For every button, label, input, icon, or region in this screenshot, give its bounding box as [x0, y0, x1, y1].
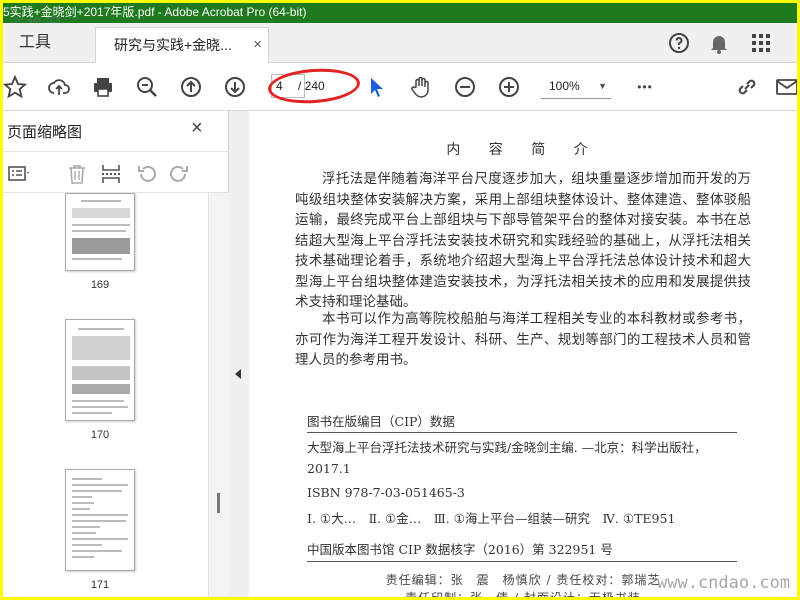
title-bar: 5实践+金晓剑+2017年版.pdf - Adobe Acrobat Pro (…: [3, 3, 797, 23]
print-icon[interactable]: [89, 73, 117, 101]
upload-cloud-icon[interactable]: [45, 73, 73, 101]
select-cursor-icon[interactable]: [363, 73, 391, 101]
thumbnail-label: 171: [90, 579, 110, 591]
tab-tools[interactable]: 工具: [3, 23, 85, 63]
tab-bar: 工具 研究与实践+金晓... ×: [3, 23, 797, 63]
rotate-right-icon[interactable]: [165, 160, 193, 188]
page-thumbnail-170[interactable]: [65, 319, 135, 421]
more-tools-icon[interactable]: •••: [631, 73, 659, 101]
document-viewer: 内 容 简 介 浮托法是伴随着海洋平台尺度逐步加大，组块重量逐步增加而开发的万吨…: [249, 111, 797, 597]
zoom-in-icon[interactable]: [495, 73, 523, 101]
chevron-down-icon: ▼: [598, 81, 607, 91]
cip-line: 2017.1: [307, 461, 351, 476]
scrollbar-thumb[interactable]: [217, 493, 220, 513]
site-watermark: www.cndao.com: [657, 573, 791, 593]
help-icon[interactable]: [667, 31, 691, 55]
tab-document[interactable]: 研究与实践+金晓... ×: [95, 27, 269, 63]
apps-grid-icon[interactable]: [749, 31, 773, 55]
body-paragraph: 本书可以作为高等院校船舶与海洋工程相关专业的本科教材或参考书，亦可作为海洋工程开…: [295, 311, 751, 368]
panel-collapse-strip[interactable]: [229, 111, 249, 597]
thumbnail-label: 170: [90, 429, 110, 441]
annotation-highlight-oval: [266, 65, 362, 107]
bookmark-star-icon[interactable]: [3, 73, 29, 101]
options-menu-icon[interactable]: [5, 160, 33, 188]
rotate-left-icon[interactable]: [133, 160, 161, 188]
page-heading: 内 容 简 介: [446, 142, 600, 158]
share-link-icon[interactable]: [733, 73, 761, 101]
delete-page-icon[interactable]: [63, 160, 91, 188]
close-tab-icon[interactable]: ×: [253, 28, 262, 62]
window-title: 5实践+金晓剑+2017年版.pdf - Adobe Acrobat Pro (…: [3, 5, 307, 19]
cip-line: 中国版本图书馆 CIP 数据核字（2016）第 322951 号: [307, 539, 737, 562]
thumbnail-list: 169 170 171: [3, 193, 208, 597]
notification-bell-icon[interactable]: [707, 31, 731, 55]
next-page-icon[interactable]: [221, 73, 249, 101]
cip-line: ISBN 978-7-03-051465-3: [307, 485, 465, 500]
panel-title: 页面缩略图: [7, 124, 83, 141]
main-toolbar: 4 / 240 100% ▼ •••: [3, 63, 797, 111]
cip-line: Ⅰ. ①大… Ⅱ. ①金… Ⅲ. ①海上平台—组装—研究 Ⅳ. ①TE951: [307, 511, 676, 526]
zoom-level-value: 100%: [549, 79, 580, 93]
previous-page-icon[interactable]: [177, 73, 205, 101]
zoom-level-select[interactable]: 100% ▼: [541, 75, 611, 99]
zoom-out-icon[interactable]: [451, 73, 479, 101]
thumbnail-scrollbar[interactable]: [208, 193, 229, 597]
hand-tool-icon[interactable]: [407, 73, 435, 101]
page-thumbnail-171[interactable]: [65, 469, 135, 571]
email-icon[interactable]: [773, 73, 797, 101]
insert-page-icon[interactable]: [97, 160, 125, 188]
body-paragraph: 浮托法是伴随着海洋平台尺度逐步加大，组块重量逐步增加而开发的万吨级组块整体安装解…: [295, 171, 751, 310]
thumbnail-label: 169: [90, 279, 110, 291]
page-thumbnail-169[interactable]: [65, 193, 135, 271]
thumbnail-panel: 页面缩略图 × 169 170 171: [3, 111, 229, 597]
thumbnail-toolbar: [3, 151, 229, 193]
cip-line: 大型海上平台浮托法技术研究与实践/金晓剑主编. —北京：科学出版社，: [307, 440, 707, 455]
cip-heading: 图书在版编目（CIP）数据: [307, 411, 737, 433]
app-window: 5实践+金晓剑+2017年版.pdf - Adobe Acrobat Pro (…: [3, 3, 797, 597]
document-page: 内 容 简 介 浮托法是伴随着海洋平台尺度逐步加大，组块重量逐步增加而开发的万吨…: [249, 111, 797, 597]
zoom-out-search-icon[interactable]: [133, 73, 161, 101]
tab-document-label: 研究与实践+金晓...: [114, 37, 232, 53]
close-panel-icon[interactable]: ×: [191, 117, 203, 140]
collapse-arrow-icon[interactable]: [235, 369, 241, 379]
